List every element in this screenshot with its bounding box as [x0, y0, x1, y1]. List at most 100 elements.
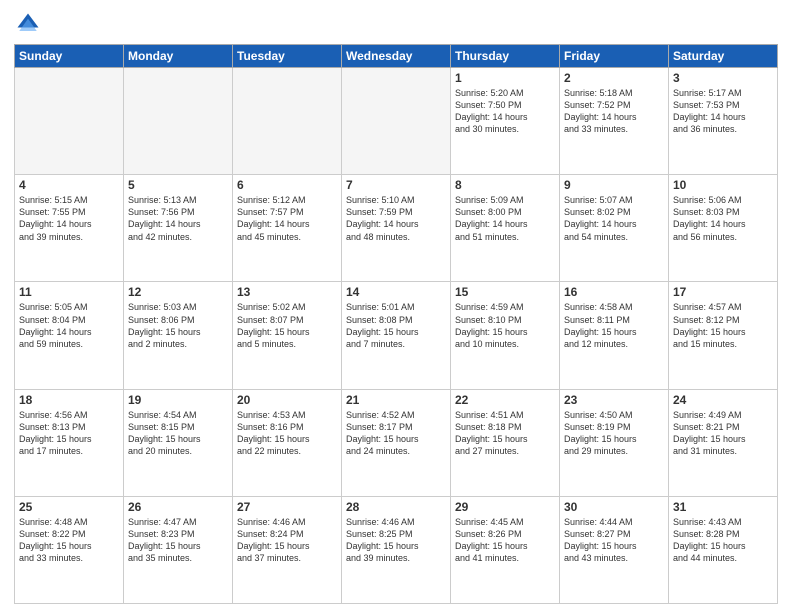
- day-info: Sunrise: 5:15 AM Sunset: 7:55 PM Dayligh…: [19, 194, 119, 243]
- calendar-cell: 20 Sunrise: 4:53 AM Sunset: 8:16 PM Dayli…: [233, 389, 342, 496]
- calendar-cell: [233, 68, 342, 175]
- day-info: Sunrise: 5:20 AM Sunset: 7:50 PM Dayligh…: [455, 87, 555, 136]
- day-number: 1: [455, 71, 555, 85]
- weekday-header-thursday: Thursday: [451, 45, 560, 68]
- day-info: Sunrise: 5:03 AM Sunset: 8:06 PM Dayligh…: [128, 301, 228, 350]
- logo-icon: [14, 10, 42, 38]
- calendar-cell: 27 Sunrise: 4:46 AM Sunset: 8:24 PM Dayli…: [233, 496, 342, 603]
- calendar-cell: 8Sunrise: 5:09 AM Sunset: 8:00 PM Daylig…: [451, 175, 560, 282]
- day-number: 5: [128, 178, 228, 192]
- day-info: Sunrise: 4:54 AM Sunset: 8:15 PM Dayligh…: [128, 409, 228, 458]
- day-info: Sunrise: 4:53 AM Sunset: 8:16 PM Dayligh…: [237, 409, 337, 458]
- calendar-cell: 12 Sunrise: 5:03 AM Sunset: 8:06 PM Dayli…: [124, 282, 233, 389]
- day-info: Sunrise: 4:47 AM Sunset: 8:23 PM Dayligh…: [128, 516, 228, 565]
- calendar-week-2: 11Sunrise: 5:05 AM Sunset: 8:04 PM Dayli…: [15, 282, 778, 389]
- day-number: 21: [346, 393, 446, 407]
- weekday-header-sunday: Sunday: [15, 45, 124, 68]
- day-info: Sunrise: 4:56 AM Sunset: 8:13 PM Dayligh…: [19, 409, 119, 458]
- day-info: Sunrise: 5:12 AM Sunset: 7:57 PM Dayligh…: [237, 194, 337, 243]
- day-number: 7: [346, 178, 446, 192]
- calendar-week-4: 25 Sunrise: 4:48 AM Sunset: 8:22 PM Dayli…: [15, 496, 778, 603]
- day-info: Sunrise: 5:06 AM Sunset: 8:03 PM Dayligh…: [673, 194, 773, 243]
- day-info: Sunrise: 5:10 AM Sunset: 7:59 PM Dayligh…: [346, 194, 446, 243]
- day-number: 14: [346, 285, 446, 299]
- day-info: Sunrise: 4:58 AM Sunset: 8:11 PM Dayligh…: [564, 301, 664, 350]
- day-info: Sunrise: 5:17 AM Sunset: 7:53 PM Dayligh…: [673, 87, 773, 136]
- day-number: 29: [455, 500, 555, 514]
- calendar-week-1: 4 Sunrise: 5:15 AM Sunset: 7:55 PM Daylig…: [15, 175, 778, 282]
- calendar-cell: 3 Sunrise: 5:17 AM Sunset: 7:53 PM Daylig…: [669, 68, 778, 175]
- calendar-cell: 31 Sunrise: 4:43 AM Sunset: 8:28 PM Dayli…: [669, 496, 778, 603]
- day-info: Sunrise: 4:44 AM Sunset: 8:27 PM Dayligh…: [564, 516, 664, 565]
- calendar-cell: 22Sunrise: 4:51 AM Sunset: 8:18 PM Dayli…: [451, 389, 560, 496]
- day-number: 18: [19, 393, 119, 407]
- day-info: Sunrise: 4:45 AM Sunset: 8:26 PM Dayligh…: [455, 516, 555, 565]
- calendar-table: SundayMondayTuesdayWednesdayThursdayFrid…: [14, 44, 778, 604]
- calendar-cell: 18 Sunrise: 4:56 AM Sunset: 8:13 PM Dayli…: [15, 389, 124, 496]
- calendar-week-0: 1 Sunrise: 5:20 AM Sunset: 7:50 PM Daylig…: [15, 68, 778, 175]
- day-number: 23: [564, 393, 664, 407]
- day-number: 27: [237, 500, 337, 514]
- day-number: 6: [237, 178, 337, 192]
- calendar-cell: 30 Sunrise: 4:44 AM Sunset: 8:27 PM Dayli…: [560, 496, 669, 603]
- calendar-cell: 28 Sunrise: 4:46 AM Sunset: 8:25 PM Dayli…: [342, 496, 451, 603]
- calendar-cell: 25 Sunrise: 4:48 AM Sunset: 8:22 PM Dayli…: [15, 496, 124, 603]
- day-info: Sunrise: 4:50 AM Sunset: 8:19 PM Dayligh…: [564, 409, 664, 458]
- day-info: Sunrise: 5:18 AM Sunset: 7:52 PM Dayligh…: [564, 87, 664, 136]
- day-info: Sunrise: 4:43 AM Sunset: 8:28 PM Dayligh…: [673, 516, 773, 565]
- calendar-cell: 13Sunrise: 5:02 AM Sunset: 8:07 PM Dayli…: [233, 282, 342, 389]
- calendar-cell: 29 Sunrise: 4:45 AM Sunset: 8:26 PM Dayli…: [451, 496, 560, 603]
- day-info: Sunrise: 5:09 AM Sunset: 8:00 PM Dayligh…: [455, 194, 555, 243]
- day-number: 3: [673, 71, 773, 85]
- calendar-cell: 23 Sunrise: 4:50 AM Sunset: 8:19 PM Dayli…: [560, 389, 669, 496]
- calendar-cell: 10 Sunrise: 5:06 AM Sunset: 8:03 PM Dayli…: [669, 175, 778, 282]
- calendar-week-3: 18 Sunrise: 4:56 AM Sunset: 8:13 PM Dayli…: [15, 389, 778, 496]
- day-number: 25: [19, 500, 119, 514]
- day-info: Sunrise: 4:52 AM Sunset: 8:17 PM Dayligh…: [346, 409, 446, 458]
- weekday-header-row: SundayMondayTuesdayWednesdayThursdayFrid…: [15, 45, 778, 68]
- calendar-cell: 2Sunrise: 5:18 AM Sunset: 7:52 PM Daylig…: [560, 68, 669, 175]
- calendar-cell: [15, 68, 124, 175]
- day-number: 24: [673, 393, 773, 407]
- day-number: 10: [673, 178, 773, 192]
- calendar-cell: 26 Sunrise: 4:47 AM Sunset: 8:23 PM Dayli…: [124, 496, 233, 603]
- day-number: 15: [455, 285, 555, 299]
- calendar-cell: 16 Sunrise: 4:58 AM Sunset: 8:11 PM Dayli…: [560, 282, 669, 389]
- day-info: Sunrise: 4:48 AM Sunset: 8:22 PM Dayligh…: [19, 516, 119, 565]
- calendar-cell: 6 Sunrise: 5:12 AM Sunset: 7:57 PM Daylig…: [233, 175, 342, 282]
- day-info: Sunrise: 4:49 AM Sunset: 8:21 PM Dayligh…: [673, 409, 773, 458]
- day-info: Sunrise: 5:13 AM Sunset: 7:56 PM Dayligh…: [128, 194, 228, 243]
- day-info: Sunrise: 5:05 AM Sunset: 8:04 PM Dayligh…: [19, 301, 119, 350]
- calendar-cell: 9 Sunrise: 5:07 AM Sunset: 8:02 PM Daylig…: [560, 175, 669, 282]
- calendar-cell: 1 Sunrise: 5:20 AM Sunset: 7:50 PM Daylig…: [451, 68, 560, 175]
- header: [14, 10, 778, 38]
- day-info: Sunrise: 4:57 AM Sunset: 8:12 PM Dayligh…: [673, 301, 773, 350]
- day-number: 30: [564, 500, 664, 514]
- day-number: 12: [128, 285, 228, 299]
- day-number: 26: [128, 500, 228, 514]
- day-number: 4: [19, 178, 119, 192]
- calendar-cell: 21 Sunrise: 4:52 AM Sunset: 8:17 PM Dayli…: [342, 389, 451, 496]
- day-info: Sunrise: 4:46 AM Sunset: 8:25 PM Dayligh…: [346, 516, 446, 565]
- logo: [14, 10, 46, 38]
- day-number: 31: [673, 500, 773, 514]
- day-info: Sunrise: 5:02 AM Sunset: 8:07 PM Dayligh…: [237, 301, 337, 350]
- day-number: 17: [673, 285, 773, 299]
- day-number: 16: [564, 285, 664, 299]
- calendar-cell: 7 Sunrise: 5:10 AM Sunset: 7:59 PM Daylig…: [342, 175, 451, 282]
- weekday-header-wednesday: Wednesday: [342, 45, 451, 68]
- day-info: Sunrise: 4:46 AM Sunset: 8:24 PM Dayligh…: [237, 516, 337, 565]
- calendar-cell: [124, 68, 233, 175]
- day-number: 28: [346, 500, 446, 514]
- weekday-header-saturday: Saturday: [669, 45, 778, 68]
- calendar-cell: 24 Sunrise: 4:49 AM Sunset: 8:21 PM Dayli…: [669, 389, 778, 496]
- calendar-cell: 15Sunrise: 4:59 AM Sunset: 8:10 PM Dayli…: [451, 282, 560, 389]
- calendar-cell: 11Sunrise: 5:05 AM Sunset: 8:04 PM Dayli…: [15, 282, 124, 389]
- day-info: Sunrise: 5:07 AM Sunset: 8:02 PM Dayligh…: [564, 194, 664, 243]
- day-number: 19: [128, 393, 228, 407]
- calendar-cell: 19 Sunrise: 4:54 AM Sunset: 8:15 PM Dayli…: [124, 389, 233, 496]
- calendar-cell: 5 Sunrise: 5:13 AM Sunset: 7:56 PM Daylig…: [124, 175, 233, 282]
- day-number: 9: [564, 178, 664, 192]
- page: SundayMondayTuesdayWednesdayThursdayFrid…: [0, 0, 792, 612]
- day-number: 20: [237, 393, 337, 407]
